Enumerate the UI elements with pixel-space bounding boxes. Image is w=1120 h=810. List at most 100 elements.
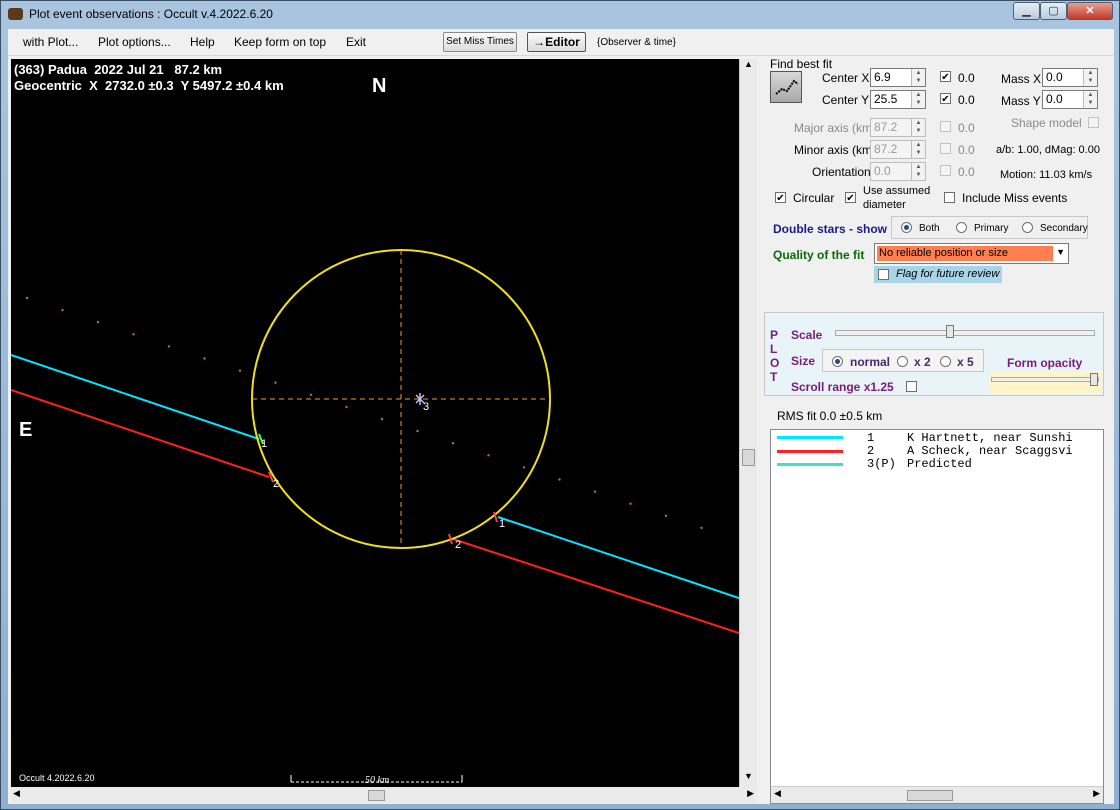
legend-scroll-right-arrow[interactable]: ▶ <box>1093 788 1100 799</box>
mass-y-input[interactable]: 0.0 ▲ ▼ <box>1042 90 1098 109</box>
legend-name-1: K Hartnett, near Sunshi <box>907 431 1073 445</box>
event-markers <box>258 433 498 545</box>
center-x-input[interactable]: 6.9 ▲ ▼ <box>870 68 926 87</box>
path-dot <box>274 381 277 384</box>
form-opacity-thumb[interactable] <box>1090 373 1098 386</box>
flag-review-checkbox[interactable] <box>878 269 889 280</box>
chord-1-right <box>497 516 739 599</box>
scroll-down-arrow[interactable]: ▼ <box>740 771 757 787</box>
plot-letter-p: P <box>770 328 779 342</box>
path-dot <box>238 369 242 372</box>
center-y-input[interactable]: 25.5 ▲ ▼ <box>870 90 926 109</box>
plot-letter-o: O <box>770 356 780 370</box>
menu-help[interactable]: Help <box>190 35 215 49</box>
legend-num-1: 1 <box>867 431 875 445</box>
minor-axis-check-value: 0.0 <box>958 143 975 157</box>
observers-legend-list[interactable]: 1 K Hartnett, near Sunshi 2 A Scheck, ne… <box>770 429 1104 804</box>
use-assumed-label: Use assumed <box>863 185 931 197</box>
path-dot <box>380 417 384 421</box>
plot-letter-t: T <box>770 370 778 384</box>
size-normal-radio[interactable] <box>832 356 843 367</box>
center-y-label: Center Y <box>822 93 870 107</box>
minor-axis-label: Minor axis (km) <box>794 143 877 157</box>
size-x2-radio[interactable] <box>897 356 908 367</box>
scroll-left-arrow[interactable]: ◀ <box>13 788 20 799</box>
menu-with-plot[interactable]: with Plot... <box>23 35 78 49</box>
menu-exit[interactable]: Exit <box>346 35 366 49</box>
form-opacity-slider[interactable] <box>991 377 1099 382</box>
path-dot <box>593 490 597 493</box>
center-x-check-value: 0.0 <box>958 71 975 85</box>
legend-swatch-2 <box>777 450 843 453</box>
path-dot <box>203 357 206 360</box>
major-axis-label: Major axis (km) <box>794 121 877 135</box>
center-x-checkbox[interactable]: ✔ <box>940 71 951 83</box>
both-radio[interactable] <box>901 222 912 233</box>
center-y-checkbox[interactable]: ✔ <box>940 93 951 105</box>
rms-fit-label: RMS fit 0.0 ±0.5 km <box>777 409 883 423</box>
minor-axis-input[interactable]: 87.2 ▲ ▼ <box>870 140 926 159</box>
editor-button[interactable]: →Editor <box>527 32 586 52</box>
set-miss-times-button[interactable]: Set Miss Times <box>443 32 517 52</box>
horizontal-scroll-thumb[interactable] <box>368 790 385 801</box>
legend-horizontal-scrollbar[interactable]: ◀ ▶ <box>771 786 1103 803</box>
include-miss-label: Include Miss events <box>962 191 1068 205</box>
vertical-scroll-thumb[interactable] <box>742 449 755 466</box>
circular-checkbox[interactable]: ✔ <box>775 192 786 204</box>
secondary-radio[interactable] <box>1022 222 1033 233</box>
orientation-check-value: 0.0 <box>958 165 975 179</box>
chevron-down-icon: ▼ <box>1056 247 1065 257</box>
scale-slider-thumb[interactable] <box>946 325 954 338</box>
path-dot <box>487 454 490 457</box>
double-stars-label: Double stars - show <box>773 222 888 236</box>
major-axis-checkbox[interactable] <box>940 121 951 132</box>
menu-bar: with Plot... Plot options... Help Keep f… <box>8 29 1114 56</box>
orientation-label: Orientation <box>812 165 871 179</box>
menu-plot-options[interactable]: Plot options... <box>98 35 171 49</box>
orientation-input[interactable]: 0.0 ▲ ▼ <box>870 162 926 181</box>
scroll-up-arrow[interactable]: ▲ <box>740 59 757 75</box>
plot-canvas: 1 2 1 2 3 <box>11 249 739 783</box>
plot-letter-l: L <box>770 342 778 356</box>
legend-swatch-1 <box>777 436 843 439</box>
plot-header-2: Geocentric X 2732.0 ±0.3 Y 5497.2 ±0.4 k… <box>14 78 284 93</box>
plot-horizontal-scrollbar[interactable]: ◀ ▶ <box>11 787 756 803</box>
primary-radio[interactable] <box>956 222 967 233</box>
motion-label: Motion: 11.03 km/s <box>1000 169 1093 181</box>
app-icon <box>8 8 23 20</box>
mass-x-input[interactable]: 0.0 ▲ ▼ <box>1042 68 1098 87</box>
chord-label-2-left: 2 <box>273 478 279 490</box>
close-button[interactable]: ✕ <box>1067 2 1113 20</box>
orientation-checkbox[interactable] <box>940 165 951 176</box>
path-dot <box>61 308 64 312</box>
major-axis-input[interactable]: 87.2 ▲ ▼ <box>870 118 926 137</box>
include-miss-checkbox[interactable] <box>944 192 955 203</box>
path-dot <box>25 296 29 300</box>
path-dot <box>132 333 135 336</box>
legend-name-2: A Scheck, near Scaggsvi <box>907 444 1073 458</box>
path-dot <box>629 502 632 505</box>
maximize-button[interactable]: ▢ <box>1040 2 1067 20</box>
plot-vertical-scrollbar[interactable]: ▲ ▼ <box>739 59 757 787</box>
use-assumed-diameter-checkbox[interactable]: ✔ <box>845 192 856 204</box>
chord-2-right <box>452 538 739 634</box>
path-dot <box>96 321 100 324</box>
flag-review-label: Flag for future review <box>896 268 1000 280</box>
minimize-button[interactable]: ▁ <box>1013 2 1040 20</box>
menu-keep-on-top[interactable]: Keep form on top <box>234 35 326 49</box>
major-axis-check-value: 0.0 <box>958 121 975 135</box>
scale-slider-label: Scale <box>791 328 823 342</box>
legend-scroll-left-arrow[interactable]: ◀ <box>774 788 781 799</box>
shape-model-checkbox[interactable] <box>1088 117 1099 128</box>
event-plot[interactable]: 1 2 1 2 3 (363) Padua 2022 Jul 21 87.2 k… <box>11 59 739 787</box>
legend-scroll-thumb[interactable] <box>907 790 953 801</box>
minor-axis-checkbox[interactable] <box>940 143 951 154</box>
size-x5-radio[interactable] <box>940 356 951 367</box>
scroll-range-checkbox[interactable] <box>906 381 917 392</box>
scroll-right-arrow[interactable]: ▶ <box>747 788 754 799</box>
quality-dropdown[interactable]: No reliable position or size ▼ <box>874 243 1069 264</box>
app-window: Plot event observations : Occult v.4.202… <box>0 0 1120 810</box>
path-dot <box>700 526 703 530</box>
best-fit-button[interactable] <box>770 71 802 103</box>
scale-slider[interactable] <box>835 330 1095 336</box>
